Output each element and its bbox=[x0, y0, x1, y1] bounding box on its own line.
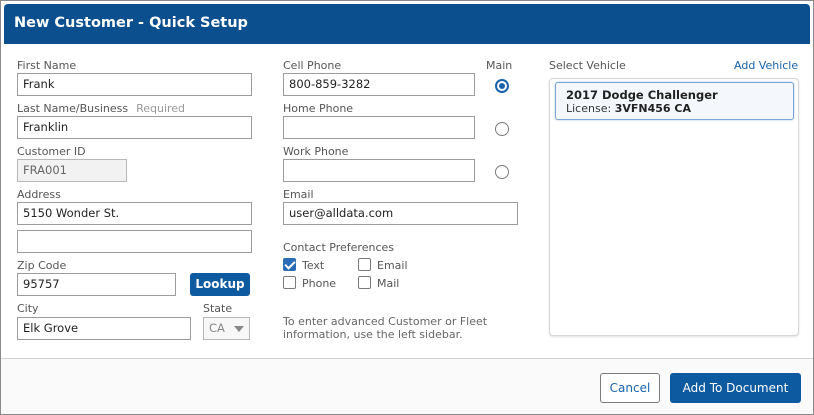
home-phone-input[interactable] bbox=[283, 116, 475, 139]
pref-phone-label: Phone bbox=[302, 277, 337, 290]
address-line1-input[interactable]: 5150 Wonder St. bbox=[17, 202, 252, 225]
state-select[interactable]: CA bbox=[203, 317, 250, 340]
state-label: State bbox=[203, 302, 233, 315]
pref-mail-label: Mail bbox=[377, 277, 400, 290]
cell-phone-label: Cell Phone bbox=[283, 59, 342, 72]
last-name-label: Last Name/Business Required bbox=[17, 102, 185, 115]
first-name-input[interactable]: Frank bbox=[17, 73, 252, 96]
pref-phone-checkbox[interactable] bbox=[283, 276, 296, 289]
email-label: Email bbox=[283, 188, 314, 201]
pref-text-label: Text bbox=[302, 259, 325, 272]
vehicle-license: License: 3VFN456 CA bbox=[566, 102, 691, 115]
dialog-title: New Customer - Quick Setup bbox=[14, 15, 248, 31]
sidebar-hint-text: To enter advanced Customer or Fleet info… bbox=[283, 315, 488, 341]
vehicle-name: 2017 Dodge Challenger bbox=[566, 88, 718, 102]
last-name-label-text: Last Name/Business bbox=[17, 102, 129, 115]
customer-id-label: Customer ID bbox=[17, 145, 86, 158]
pref-text-checkbox[interactable] bbox=[283, 258, 296, 271]
vehicle-license-value: 3VFN456 CA bbox=[614, 102, 691, 115]
add-to-document-button[interactable]: Add To Document bbox=[670, 373, 801, 403]
zip-code-label: Zip Code bbox=[17, 259, 67, 272]
required-indicator: Required bbox=[136, 102, 186, 115]
vehicle-card[interactable]: 2017 Dodge Challenger License: 3VFN456 C… bbox=[555, 82, 794, 120]
dialog-footer: Cancel Add To Document bbox=[1, 358, 813, 414]
cancel-button[interactable]: Cancel bbox=[600, 373, 660, 403]
title-bar: New Customer - Quick Setup bbox=[4, 4, 810, 44]
main-label: Main bbox=[486, 59, 513, 72]
pref-mail-checkbox[interactable] bbox=[358, 276, 371, 289]
work-phone-label: Work Phone bbox=[283, 145, 349, 158]
cell-main-radio[interactable] bbox=[495, 79, 509, 93]
customer-id-input[interactable]: FRA001 bbox=[17, 159, 127, 182]
add-vehicle-link[interactable]: Add Vehicle bbox=[734, 59, 798, 72]
contact-preferences-label: Contact Preferences bbox=[283, 241, 394, 254]
vehicle-list: 2017 Dodge Challenger License: 3VFN456 C… bbox=[549, 78, 799, 336]
vehicle-license-label: License: bbox=[566, 102, 612, 115]
work-main-radio[interactable] bbox=[495, 165, 509, 179]
cell-phone-input[interactable]: 800-859-3282 bbox=[283, 73, 475, 96]
work-phone-input[interactable] bbox=[283, 159, 475, 182]
address-line2-input[interactable] bbox=[17, 230, 252, 253]
city-label: City bbox=[17, 302, 39, 315]
pref-email-label: Email bbox=[377, 259, 408, 272]
lookup-button[interactable]: Lookup bbox=[190, 273, 250, 296]
select-vehicle-label: Select Vehicle bbox=[549, 59, 626, 72]
state-select-value: CA bbox=[209, 321, 225, 335]
zip-code-input[interactable]: 95757 bbox=[17, 273, 176, 296]
city-input[interactable]: Elk Grove bbox=[17, 317, 191, 340]
home-main-radio[interactable] bbox=[495, 122, 509, 136]
pref-email-checkbox[interactable] bbox=[358, 258, 371, 271]
home-phone-label: Home Phone bbox=[283, 102, 354, 115]
quick-setup-dialog: New Customer - Quick Setup First Name Fr… bbox=[0, 0, 814, 415]
address-label: Address bbox=[17, 188, 61, 201]
first-name-label: First Name bbox=[17, 59, 77, 72]
email-input[interactable]: user@alldata.com bbox=[283, 202, 518, 225]
last-name-input[interactable]: Franklin bbox=[17, 116, 252, 139]
chevron-down-icon bbox=[234, 326, 244, 332]
